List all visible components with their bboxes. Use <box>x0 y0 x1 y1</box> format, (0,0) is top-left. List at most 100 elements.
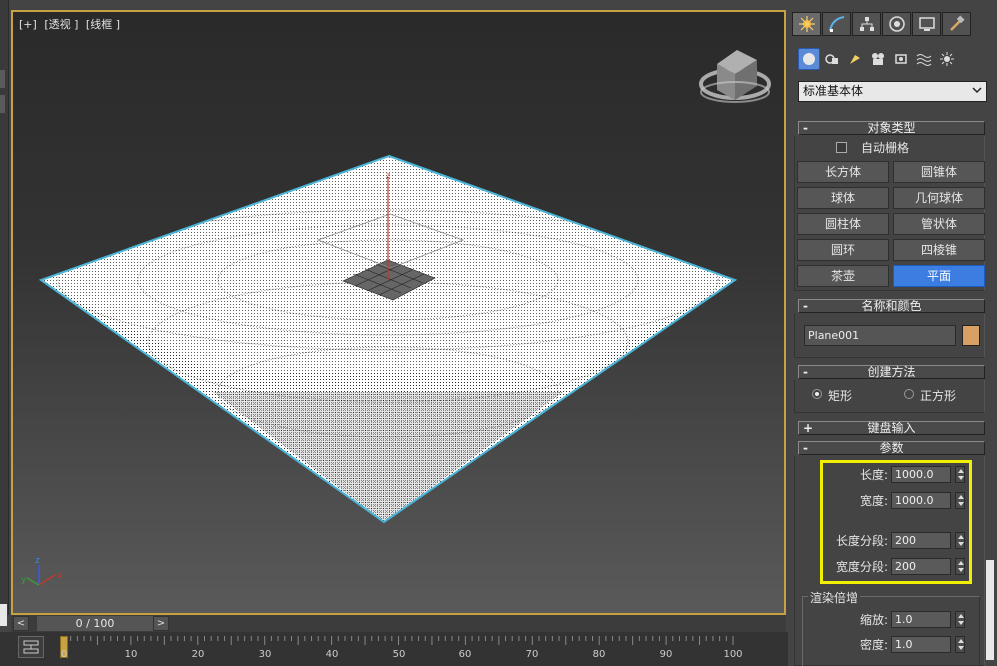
tick-label: 60 <box>458 649 472 660</box>
tripod-x-label: x <box>57 571 63 581</box>
collapse-icon: - <box>803 121 808 135</box>
viewport-menu-view[interactable]: [透视 ] <box>44 18 78 31</box>
hierarchy-icon <box>859 17 874 31</box>
collapse-icon: - <box>803 441 808 455</box>
box-button[interactable]: 长方体 <box>797 161 889 183</box>
create-icon <box>798 16 815 32</box>
timeline-labels: 0 10 20 30 40 50 60 70 80 90 100 <box>58 636 766 666</box>
spacewarps-button[interactable] <box>913 48 935 70</box>
rollout-parameters-title: 参数 <box>879 441 904 455</box>
tick-label: 20 <box>191 649 205 660</box>
chevron-down-icon <box>972 87 982 94</box>
next-frame-button[interactable]: > <box>153 616 169 631</box>
highlight-box <box>820 460 972 584</box>
rollout-name-color-title: 名称和颜色 <box>861 299 922 313</box>
gizmo-z-label: z <box>386 171 390 180</box>
motion-tab[interactable] <box>882 12 911 36</box>
viewport-menu-shading[interactable]: [线框 ] <box>86 18 120 31</box>
display-icon <box>918 17 935 31</box>
tripod-z-label: z <box>35 556 40 566</box>
category-value: 标准基本体 <box>803 84 864 98</box>
object-category-dropdown[interactable]: 标准基本体 <box>798 81 987 102</box>
square-radio[interactable] <box>904 389 914 399</box>
strip-marker <box>0 95 5 113</box>
tube-button[interactable]: 管状体 <box>893 213 985 235</box>
display-tab[interactable] <box>912 12 941 36</box>
rollout-creation-method-body <box>794 380 985 413</box>
rollout-name-color-header[interactable]: - 名称和颜色 <box>798 299 985 313</box>
object-color-swatch[interactable] <box>962 325 980 346</box>
square-label: 正方形 <box>920 389 957 403</box>
lights-icon <box>850 55 860 64</box>
key-filters-button[interactable] <box>18 636 44 658</box>
viewport-scene: z z x y <box>21 50 771 586</box>
key-filter-icon <box>23 640 39 654</box>
tick-label: 10 <box>124 649 138 660</box>
rollout-creation-method-title: 创建方法 <box>867 365 916 379</box>
app-root: z z x y [+] [透视 ] [线框 ] < 0 / 100 > 0 10… <box>0 0 997 666</box>
systems-icon <box>940 52 954 66</box>
teapot-button[interactable]: 茶壶 <box>797 265 889 287</box>
create-tab[interactable] <box>792 12 821 36</box>
hierarchy-tab[interactable] <box>852 12 881 36</box>
rollout-object-type-header[interactable]: - 对象类型 <box>798 121 985 135</box>
viewport-label[interactable]: [+] [透视 ] [线框 ] <box>19 16 124 32</box>
sphere-button[interactable]: 球体 <box>797 187 889 209</box>
viewport-menu-plus[interactable]: [+] <box>19 18 37 31</box>
tick-label: 70 <box>525 649 539 660</box>
geometry-button[interactable] <box>798 48 820 70</box>
helpers-button[interactable] <box>890 48 912 70</box>
render-multipliers-title: 渲染倍增 <box>808 589 861 606</box>
modify-icon <box>828 16 844 32</box>
rollout-keyboard-entry-header[interactable]: + 键盘输入 <box>798 421 985 435</box>
lights-button[interactable] <box>844 48 866 70</box>
autogrid-checkbox[interactable] <box>836 142 847 153</box>
rectangle-label: 矩形 <box>828 389 853 403</box>
modify-tab[interactable] <box>822 12 851 36</box>
tick-label: 40 <box>325 649 339 660</box>
cylinder-button[interactable]: 圆柱体 <box>797 213 889 235</box>
tick-label: 50 <box>392 649 406 660</box>
cameras-button[interactable] <box>867 48 889 70</box>
perspective-viewport[interactable]: z z x y [+] [透视 ] [线框 ] <box>11 10 786 615</box>
frame-counter[interactable]: 0 / 100 <box>37 616 153 631</box>
shapes-button[interactable] <box>821 48 843 70</box>
spacewarps-icon <box>916 54 932 66</box>
tick-label: 30 <box>258 649 272 660</box>
rollout-keyboard-entry-title: 键盘输入 <box>867 421 916 435</box>
panel-scrollbar[interactable] <box>986 560 994 660</box>
viewcube[interactable] <box>699 50 771 103</box>
tick-label: 100 <box>723 649 743 660</box>
systems-button[interactable] <box>936 48 958 70</box>
helpers-icon <box>895 54 907 64</box>
rectangle-radio[interactable] <box>812 389 822 399</box>
tick-label: 0 <box>60 649 68 660</box>
rollout-parameters-header[interactable]: - 参数 <box>798 441 985 455</box>
plane-button[interactable]: 平面 <box>893 265 985 287</box>
strip-marker <box>0 70 5 88</box>
object-name-input[interactable]: Plane001 <box>804 325 956 346</box>
torus-button[interactable]: 圆环 <box>797 239 889 261</box>
cone-button[interactable]: 圆锥体 <box>893 161 985 183</box>
tick-label: 90 <box>659 649 673 660</box>
utilities-tab[interactable] <box>942 12 971 36</box>
prev-frame-button[interactable]: < <box>13 616 29 631</box>
object-category-icons <box>798 48 959 70</box>
render-multipliers-group <box>802 596 980 666</box>
rollout-object-type-title: 对象类型 <box>867 121 916 135</box>
autogrid-label: 自动栅格 <box>861 141 910 155</box>
time-slider-bar: < 0 / 100 > <box>11 615 786 632</box>
rollout-creation-method-header[interactable]: - 创建方法 <box>798 365 985 379</box>
left-toolbar-strip <box>0 0 9 626</box>
strip-white-tab <box>0 604 7 626</box>
tripod-y-label: y <box>21 575 27 585</box>
utilities-icon <box>949 15 965 31</box>
command-panel-tabs <box>792 12 972 36</box>
pyramid-button[interactable]: 四棱锥 <box>893 239 985 261</box>
rollout-object-type-body: 自动栅格 长方体 圆锥体 球体 几何球体 圆柱体 管状体 圆环 四棱锥 茶壶 平… <box>794 136 985 291</box>
motion-icon <box>888 16 905 32</box>
shapes-icon <box>825 54 838 64</box>
tick-label: 80 <box>592 649 606 660</box>
geometry-icon <box>803 53 815 65</box>
geosphere-button[interactable]: 几何球体 <box>893 187 985 209</box>
